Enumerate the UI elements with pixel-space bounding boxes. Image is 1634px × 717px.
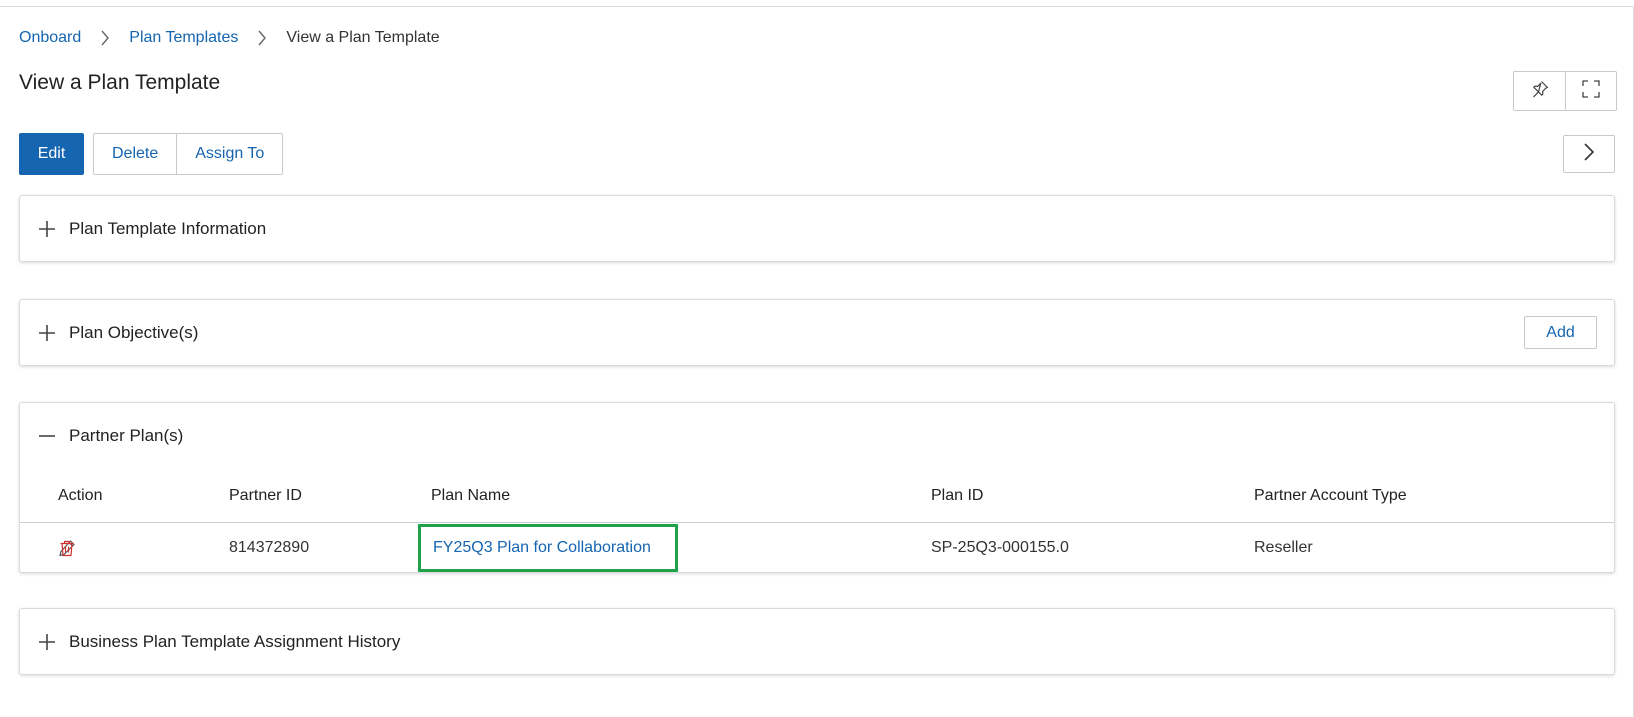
assignment-history-panel: Business Plan Template Assignment Histor… <box>19 608 1615 675</box>
panel-title: Plan Template Information <box>69 219 267 238</box>
collapse-minus-icon[interactable] <box>37 426 57 446</box>
expand-plus-icon[interactable] <box>37 323 57 343</box>
plan-objectives-header[interactable]: Plan Objective(s) Add <box>20 300 1614 366</box>
delete-button[interactable]: Delete <box>94 134 177 174</box>
add-objective-button[interactable]: Add <box>1524 316 1597 349</box>
expand-plus-icon[interactable] <box>37 219 57 239</box>
page-title: View a Plan Template <box>19 71 221 94</box>
pin-button[interactable] <box>1514 72 1565 110</box>
breadcrumb-current: View a Plan Template <box>286 29 440 46</box>
chevron-right-icon <box>1583 142 1595 167</box>
panel-title: Plan Objective(s) <box>69 323 199 342</box>
fullscreen-icon <box>1582 79 1600 103</box>
next-panel-button[interactable] <box>1563 135 1615 173</box>
plan-template-information-panel: Plan Template Information <box>19 195 1615 262</box>
plan-objectives-panel: Plan Objective(s) Add <box>19 299 1615 366</box>
breadcrumb-onboard[interactable]: Onboard <box>19 29 81 47</box>
delete-trash-icon[interactable] <box>57 538 77 558</box>
action-toolbar: Edit Delete Assign To <box>19 133 284 175</box>
view-options-group <box>1513 71 1617 111</box>
plan-id-cell: SP-25Q3-000155.0 <box>931 538 1069 556</box>
plan-template-information-header[interactable]: Plan Template Information <box>20 196 1614 262</box>
partner-plans-header[interactable]: Partner Plan(s) <box>20 403 1614 469</box>
partner-id-cell: 814372890 <box>229 538 310 556</box>
table-row: 814372890 FY25Q3 Plan for Collaboration … <box>20 523 1614 572</box>
panel-title: Business Plan Template Assignment Histor… <box>69 632 401 651</box>
breadcrumb: Onboard Plan Templates View a Plan Templ… <box>19 29 440 47</box>
fullscreen-button[interactable] <box>1565 72 1616 110</box>
table-header: Action Partner ID Plan Name Plan ID Part… <box>20 469 1614 523</box>
partner-account-type-cell: Reseller <box>1254 538 1313 556</box>
partner-plans-panel: Partner Plan(s) Action Partner ID Plan N… <box>19 402 1615 573</box>
chevron-right-icon <box>248 30 276 46</box>
plan-name-link[interactable]: FY25Q3 Plan for Collaboration <box>433 539 651 557</box>
edit-button[interactable]: Edit <box>19 133 84 175</box>
partner-plans-table: Action Partner ID Plan Name Plan ID Part… <box>20 469 1614 572</box>
column-header-action: Action <box>58 486 103 504</box>
secondary-actions-group: Delete Assign To <box>93 133 284 175</box>
assignment-history-header[interactable]: Business Plan Template Assignment Histor… <box>20 609 1614 675</box>
chevron-right-icon <box>91 30 119 46</box>
expand-plus-icon[interactable] <box>37 632 57 652</box>
column-header-partner-id: Partner ID <box>229 486 302 504</box>
panel-title: Partner Plan(s) <box>69 426 184 445</box>
assign-to-button[interactable]: Assign To <box>176 134 283 174</box>
page-container: Onboard Plan Templates View a Plan Templ… <box>0 6 1634 717</box>
column-header-plan-id: Plan ID <box>931 486 984 504</box>
pin-icon <box>1531 80 1549 103</box>
column-header-partner-account-type: Partner Account Type <box>1254 486 1407 504</box>
plan-name-highlight: FY25Q3 Plan for Collaboration <box>418 524 678 572</box>
column-header-plan-name: Plan Name <box>431 486 511 504</box>
breadcrumb-plan-templates[interactable]: Plan Templates <box>129 29 238 47</box>
